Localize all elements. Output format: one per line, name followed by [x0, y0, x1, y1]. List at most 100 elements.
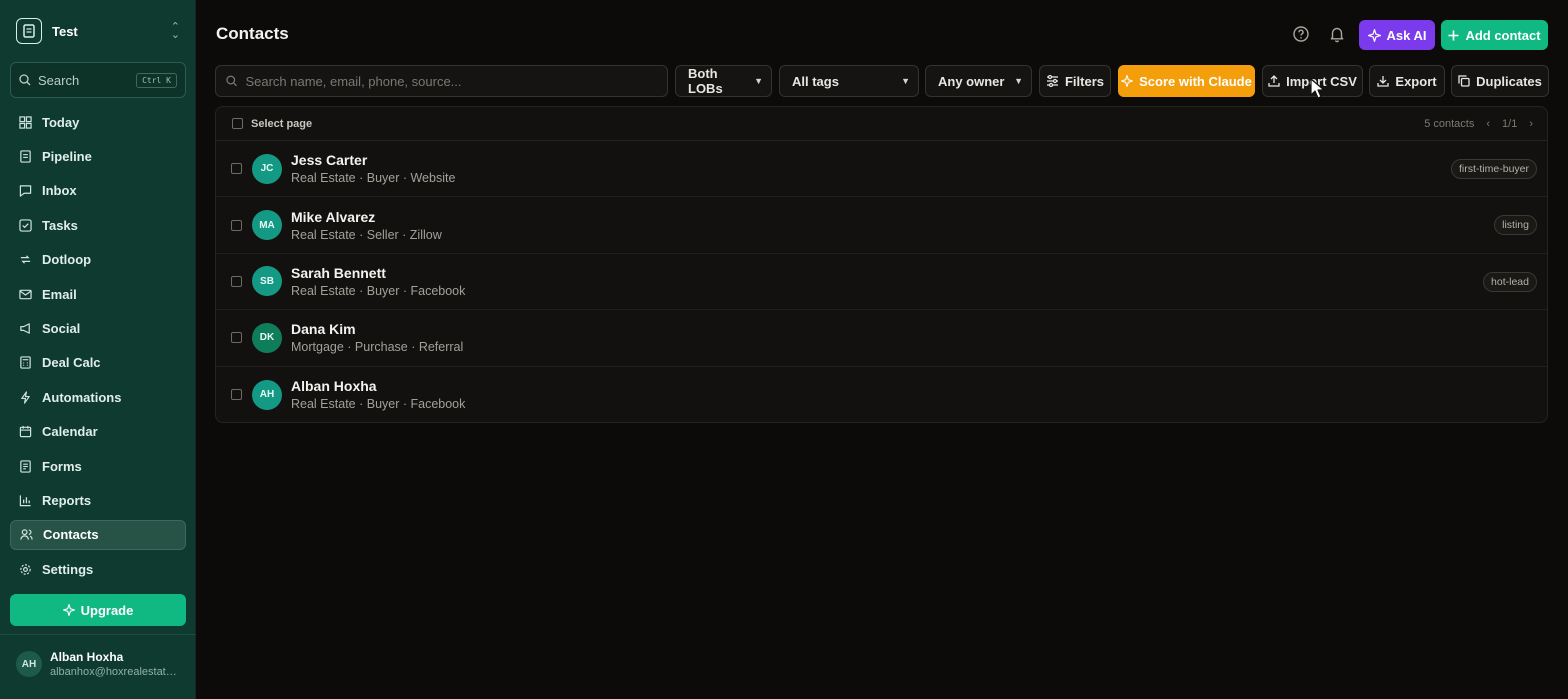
chevron-updown-icon: ⌃ ⌄: [170, 21, 180, 41]
mail-icon: [19, 289, 32, 299]
upgrade-button[interactable]: Upgrade: [10, 594, 186, 626]
sidebar-item-deal-calc[interactable]: Deal Calc: [10, 348, 186, 378]
bolt-icon: [21, 391, 30, 404]
next-page-icon[interactable]: ›: [1529, 118, 1533, 130]
duplicates-button[interactable]: Duplicates: [1451, 65, 1549, 97]
contact-name[interactable]: Jess Carter: [291, 152, 455, 168]
sidebar: Test ⌃ ⌄ Search Ctrl K Today Pipeline Inb…: [0, 0, 196, 699]
sparkle-icon: [1367, 28, 1381, 42]
sidebar-item-dotloop[interactable]: Dotloop: [10, 245, 186, 275]
sidebar-item-label: Automations: [42, 389, 122, 405]
chevron-down-icon: ▼: [1014, 76, 1023, 86]
avatar: AH: [252, 379, 282, 410]
tags-select-value: All tags: [792, 73, 839, 89]
sidebar-search[interactable]: Search Ctrl K: [10, 62, 186, 98]
row-checkbox[interactable]: [231, 219, 242, 231]
user-profile[interactable]: AH Alban Hoxha albanhox@hoxrealestate...…: [16, 650, 186, 678]
add-contact-label: Add contact: [1465, 27, 1541, 43]
table-row[interactable]: AH Alban Hoxha Real Estate · Buyer · Fac…: [216, 367, 1547, 422]
tags-select[interactable]: All tags ▼: [779, 65, 919, 97]
sidebar-item-settings[interactable]: Settings: [10, 554, 186, 584]
sidebar-item-calendar[interactable]: Calendar: [10, 417, 186, 447]
avatar: JC: [252, 153, 282, 184]
loop-icon: [20, 255, 31, 264]
sidebar-item-label: Pipeline: [42, 149, 92, 165]
lob-select-value: Both LOBs: [688, 66, 723, 96]
contact-tag: hot-lead: [1483, 271, 1537, 292]
lob-select[interactable]: Both LOBs ▼: [675, 65, 772, 97]
score-with-claude-label: Score with Claude: [1139, 73, 1252, 89]
contact-tag: first-time-buyer: [1450, 159, 1537, 179]
sidebar-item-label: Calendar: [42, 424, 98, 440]
prev-page-icon[interactable]: ‹: [1486, 118, 1490, 130]
contact-meta: Real Estate · Seller · Zillow: [291, 227, 442, 242]
contact-name[interactable]: Alban Hoxha: [291, 378, 465, 394]
sidebar-item-today[interactable]: Today: [10, 107, 186, 137]
help-icon[interactable]: [1292, 25, 1310, 43]
page-indicator: 1/1: [1502, 118, 1518, 130]
upload-icon: [1268, 75, 1280, 87]
table-row[interactable]: MA Mike Alvarez Real Estate · Seller · Z…: [216, 197, 1547, 254]
avatar: MA: [252, 210, 282, 241]
sidebar-item-inbox[interactable]: Inbox: [10, 176, 186, 206]
filters-button[interactable]: Filters: [1039, 65, 1111, 97]
sidebar-item-reports[interactable]: Reports: [10, 485, 186, 515]
owner-select-value: Any owner: [938, 73, 1005, 89]
table-header: Select page 5 contacts ‹ 1/1 ›: [216, 107, 1547, 141]
export-label: Export: [1395, 73, 1437, 89]
checkbox-icon: [19, 219, 32, 232]
contact-search-input[interactable]: [245, 73, 657, 89]
contacts-table: Select page 5 contacts ‹ 1/1 › JC Jess C…: [215, 106, 1548, 423]
sidebar-item-label: Inbox: [42, 183, 77, 199]
avatar: DK: [252, 322, 282, 353]
sidebar-item-email[interactable]: Email: [10, 279, 186, 309]
owner-select[interactable]: Any owner ▼: [925, 65, 1032, 97]
sidebar-divider: [0, 634, 196, 635]
contact-count: 5 contacts: [1424, 118, 1475, 130]
contact-name[interactable]: Mike Alvarez: [291, 209, 442, 225]
row-checkbox[interactable]: [231, 332, 242, 344]
contact-meta: Real Estate · Buyer · Website: [291, 171, 456, 186]
user-name: Alban Hoxha: [50, 650, 124, 664]
select-page-checkbox[interactable]: [232, 118, 243, 129]
sidebar-item-social[interactable]: Social: [10, 313, 186, 343]
bell-icon[interactable]: [1328, 25, 1346, 43]
duplicates-label: Duplicates: [1476, 73, 1542, 89]
chevron-down-icon: ▼: [754, 76, 763, 86]
sidebar-item-label: Contacts: [43, 527, 99, 543]
ask-ai-label: Ask AI: [1386, 27, 1427, 43]
sidebar-item-automations[interactable]: Automations: [10, 382, 186, 412]
page-title: Contacts: [216, 24, 289, 43]
sidebar-item-pipeline[interactable]: Pipeline: [10, 141, 186, 171]
table-row[interactable]: DK Dana Kim Mortgage · Purchase · Referr…: [216, 310, 1547, 367]
contact-name[interactable]: Sarah Bennett: [291, 265, 465, 281]
search-shortcut: Ctrl K: [136, 72, 177, 88]
form-icon: [20, 459, 31, 473]
row-checkbox[interactable]: [231, 275, 242, 287]
table-row[interactable]: JC Jess Carter Real Estate · Buyer · Web…: [216, 141, 1547, 198]
sidebar-item-contacts[interactable]: Contacts: [10, 519, 186, 551]
chart-icon: [19, 495, 31, 507]
contact-meta: Real Estate · Buyer · Facebook: [291, 397, 466, 412]
row-checkbox[interactable]: [231, 163, 242, 175]
calendar-icon: [19, 426, 32, 438]
add-contact-button[interactable]: Add contact: [1441, 20, 1548, 50]
sidebar-item-tasks[interactable]: Tasks: [10, 210, 186, 240]
row-checkbox[interactable]: [231, 389, 242, 401]
message-icon: [19, 185, 32, 198]
export-button[interactable]: Export: [1369, 65, 1445, 97]
workspace-name: Test: [52, 23, 78, 39]
contact-meta: Mortgage · Purchase · Referral: [291, 340, 464, 355]
ask-ai-button[interactable]: Ask AI: [1359, 20, 1435, 50]
table-row[interactable]: SB Sarah Bennett Real Estate · Buyer · F…: [216, 254, 1547, 311]
sidebar-item-forms[interactable]: Forms: [10, 451, 186, 481]
score-with-claude-button[interactable]: Score with Claude: [1118, 65, 1255, 97]
sidebar-item-label: Today: [42, 114, 80, 130]
filters-label: Filters: [1064, 73, 1104, 89]
sliders-icon: [1046, 75, 1058, 87]
mouse-cursor-icon: [1310, 78, 1325, 99]
workspace-switcher[interactable]: Test ⌃ ⌄: [16, 18, 180, 44]
contact-search-field[interactable]: [215, 65, 668, 97]
contact-name[interactable]: Dana Kim: [291, 321, 463, 337]
contact-meta: Real Estate · Buyer · Facebook: [291, 283, 466, 298]
